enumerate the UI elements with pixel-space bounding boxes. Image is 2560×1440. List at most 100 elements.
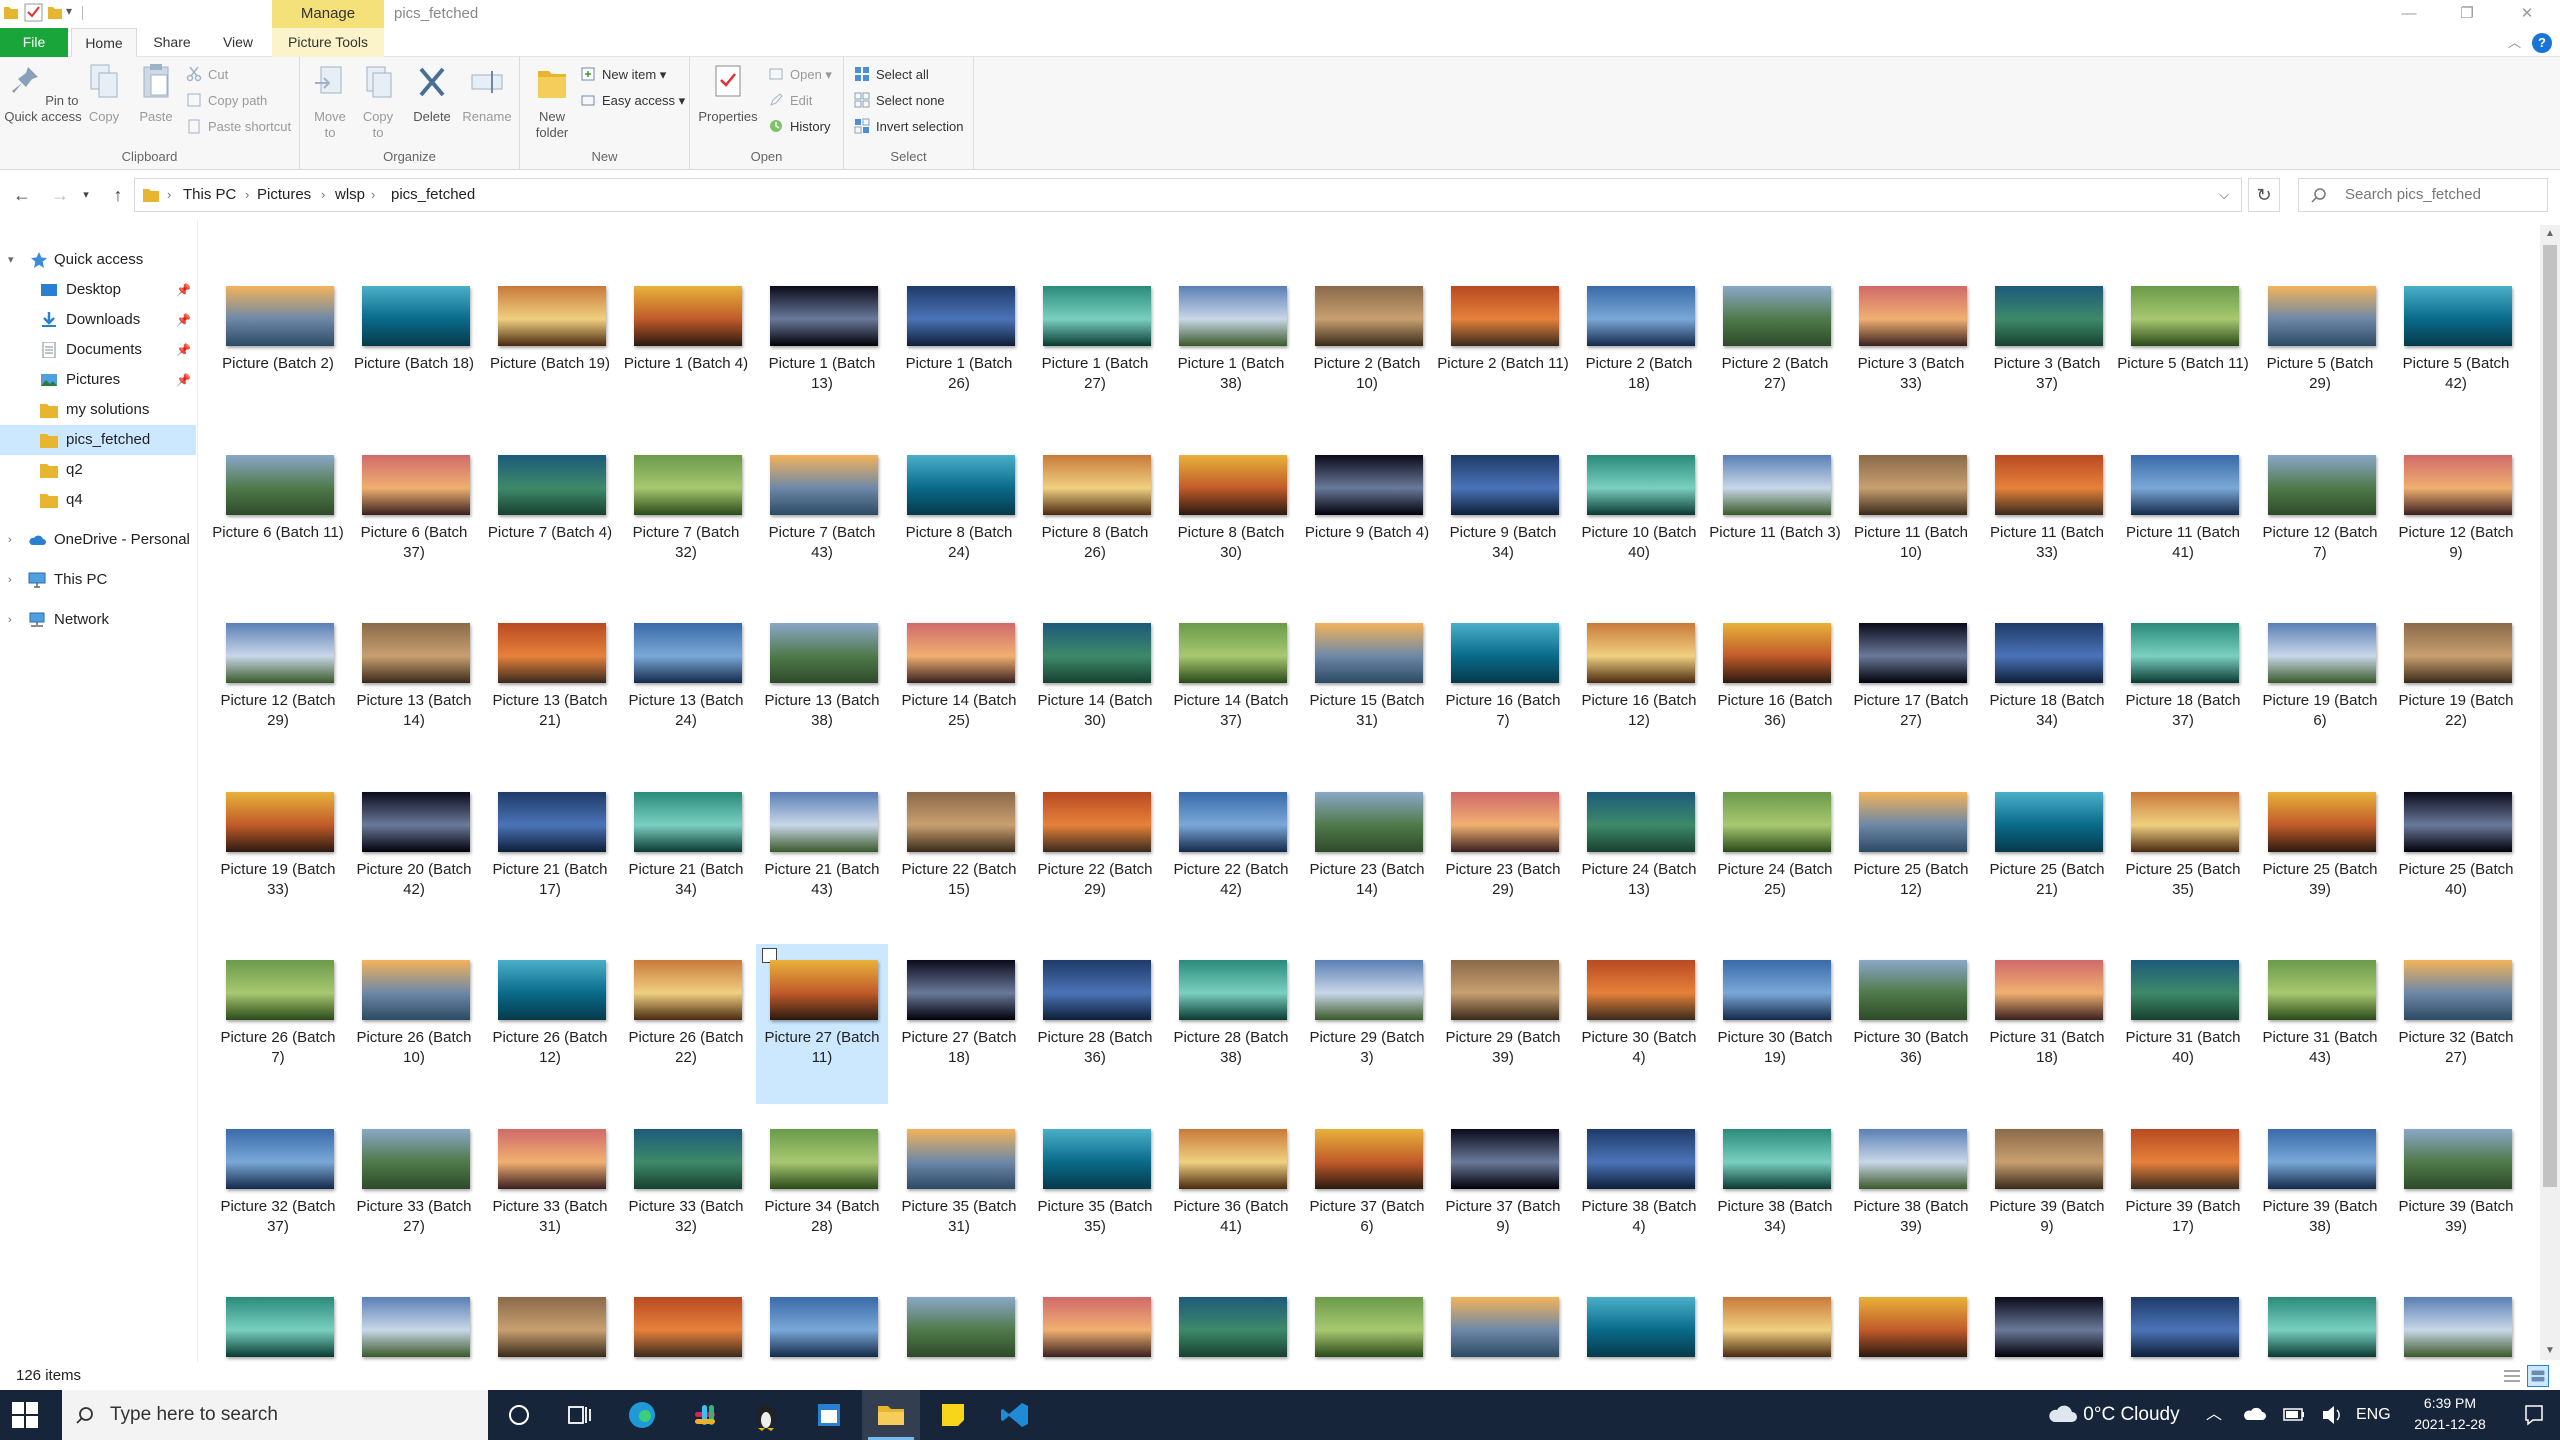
file-item[interactable]: Picture 3 (Batch 33) — [1845, 270, 1977, 430]
nav-onedrive[interactable]: › OneDrive - Personal — [0, 525, 196, 555]
file-item[interactable]: Picture 37 (Batch 9) — [1437, 1113, 1569, 1273]
quick-access-dropdown-icon[interactable]: ▾ — [66, 4, 72, 18]
file-item[interactable]: Picture 22 (Batch 15) — [893, 776, 1025, 936]
new-folder-quick-icon[interactable] — [48, 5, 62, 20]
file-item[interactable]: Picture 28 (Batch 36) — [1029, 944, 1161, 1104]
file-item[interactable]: Picture 13 (Batch 24) — [620, 607, 752, 767]
tab-picture-tools[interactable]: Picture Tools — [272, 28, 384, 57]
file-item[interactable]: Picture 21 (Batch 34) — [620, 776, 752, 936]
pin-to-quick-access-button[interactable]: Pin to Quick access — [4, 63, 82, 125]
file-item[interactable]: Picture 31 (Batch 18) — [1981, 944, 2113, 1104]
file-item[interactable]: Picture 7 (Batch 43) — [756, 439, 888, 599]
pin-icon[interactable]: 📌 — [176, 365, 191, 395]
file-item[interactable]: Picture 3 (Batch 37) — [1981, 270, 2113, 430]
expand-chevron-icon[interactable]: › — [8, 525, 12, 555]
file-item[interactable] — [1981, 1281, 2113, 1362]
history-button[interactable]: History — [768, 115, 830, 139]
file-item[interactable]: Picture 23 (Batch 14) — [1301, 776, 1433, 936]
file-item[interactable]: Picture 22 (Batch 42) — [1165, 776, 1297, 936]
file-item[interactable]: Picture 32 (Batch 27) — [2390, 944, 2522, 1104]
forward-button[interactable]: → — [46, 182, 74, 208]
file-item[interactable]: Picture 11 (Batch 10) — [1845, 439, 1977, 599]
file-item[interactable] — [1301, 1281, 1433, 1362]
file-item[interactable]: Picture 30 (Batch 19) — [1709, 944, 1841, 1104]
file-item[interactable]: Picture 2 (Batch 10) — [1301, 270, 1433, 430]
file-item[interactable] — [1845, 1281, 1977, 1362]
properties-quick-icon[interactable] — [24, 3, 43, 22]
scrollbar-thumb[interactable] — [2543, 245, 2557, 1187]
task-view-button[interactable] — [550, 1390, 608, 1440]
cut-button[interactable]: Cut — [186, 63, 228, 87]
new-item-button[interactable]: New item ▾ — [580, 63, 666, 87]
pin-icon[interactable]: 📌 — [176, 305, 191, 335]
file-item[interactable]: Picture 18 (Batch 37) — [2117, 607, 2249, 767]
move-to-button[interactable]: Move to — [308, 63, 352, 141]
weather-widget[interactable]: 0°C Cloudy — [2048, 1390, 2180, 1440]
file-item[interactable]: Picture 28 (Batch 38) — [1165, 944, 1297, 1104]
file-item[interactable]: Picture (Batch 18) — [348, 270, 480, 430]
file-item[interactable] — [2390, 1281, 2522, 1362]
taskbar-clock[interactable]: 6:39 PM 2021-12-28 — [2402, 1393, 2498, 1435]
file-item[interactable]: Picture 7 (Batch 4) — [484, 439, 616, 599]
file-item[interactable]: Picture 29 (Batch 3) — [1301, 944, 1433, 1104]
file-item[interactable]: Picture 33 (Batch 32) — [620, 1113, 752, 1273]
search-input[interactable]: Search pics_fetched — [2298, 178, 2548, 212]
close-button[interactable]: ✕ — [2504, 0, 2550, 28]
file-item[interactable]: Picture 1 (Batch 4) — [620, 270, 752, 430]
file-item[interactable]: Picture 5 (Batch 11) — [2117, 270, 2249, 430]
file-item[interactable]: Picture 24 (Batch 25) — [1709, 776, 1841, 936]
file-item[interactable]: Picture 19 (Batch 22) — [2390, 607, 2522, 767]
select-all-button[interactable]: Select all — [854, 63, 929, 87]
back-button[interactable]: ← — [8, 182, 36, 208]
file-item[interactable]: Picture 2 (Batch 18) — [1573, 270, 1705, 430]
cortana-button[interactable] — [490, 1390, 548, 1440]
input-language[interactable]: ENG — [2356, 1390, 2391, 1440]
breadcrumb-pics-fetched[interactable]: pics_fetched — [391, 179, 475, 211]
vertical-scrollbar[interactable]: ▲ ▼ — [2540, 225, 2560, 1360]
recent-locations-dropdown[interactable]: ▾ — [78, 182, 94, 208]
restore-button[interactable]: ❐ — [2444, 0, 2490, 28]
file-item[interactable]: Picture 12 (Batch 29) — [212, 607, 344, 767]
file-item[interactable]: Picture 31 (Batch 40) — [2117, 944, 2249, 1104]
file-item[interactable]: Picture 21 (Batch 43) — [756, 776, 888, 936]
taskbar-file-explorer[interactable] — [862, 1390, 920, 1440]
file-item[interactable] — [348, 1281, 480, 1362]
nav-pics-fetched[interactable]: pics_fetched — [0, 425, 196, 455]
file-item[interactable]: Picture 20 (Batch 42) — [348, 776, 480, 936]
file-item[interactable]: Picture 30 (Batch 36) — [1845, 944, 1977, 1104]
file-item[interactable] — [1573, 1281, 1705, 1362]
file-item[interactable]: Picture 8 (Batch 26) — [1029, 439, 1161, 599]
tab-view[interactable]: View — [210, 28, 266, 57]
breadcrumb-wlsp[interactable]: wlsp — [335, 179, 365, 211]
breadcrumb-pictures[interactable]: Pictures — [257, 179, 311, 211]
file-item[interactable]: Picture 38 (Batch 34) — [1709, 1113, 1841, 1273]
file-item[interactable]: Picture 14 (Batch 37) — [1165, 607, 1297, 767]
delete-button[interactable]: Delete — [410, 63, 454, 125]
file-item[interactable]: Picture 39 (Batch 17) — [2117, 1113, 2249, 1273]
file-item[interactable]: Picture 39 (Batch 9) — [1981, 1113, 2113, 1273]
file-item[interactable]: Picture 36 (Batch 41) — [1165, 1113, 1297, 1273]
tab-file[interactable]: File — [0, 28, 68, 57]
copy-button[interactable]: Copy — [86, 63, 122, 125]
paste-button[interactable]: Paste — [134, 63, 178, 125]
edit-button[interactable]: Edit — [768, 89, 812, 113]
nav-desktop[interactable]: Desktop 📌 — [0, 275, 196, 305]
file-item[interactable]: Picture 8 (Batch 24) — [893, 439, 1025, 599]
windows-start-icon[interactable] — [12, 1402, 38, 1428]
tab-home[interactable]: Home — [71, 28, 137, 57]
file-item[interactable]: Picture 27 (Batch 11) — [756, 944, 888, 1104]
refresh-button[interactable]: ↻ — [2248, 178, 2280, 212]
nav-q2[interactable]: q2 — [0, 455, 196, 485]
file-item[interactable] — [2254, 1281, 2386, 1362]
scroll-up-arrow[interactable]: ▲ — [2540, 225, 2560, 243]
paste-shortcut-button[interactable]: Paste shortcut — [186, 115, 291, 139]
nav-network[interactable]: › Network — [0, 605, 196, 635]
file-item[interactable]: Picture 19 (Batch 6) — [2254, 607, 2386, 767]
file-item[interactable] — [1437, 1281, 1569, 1362]
file-item[interactable]: Picture 26 (Batch 22) — [620, 944, 752, 1104]
volume-tray-icon[interactable] — [2320, 1390, 2344, 1440]
file-item[interactable]: Picture (Batch 2) — [212, 270, 344, 430]
rename-button[interactable]: Rename — [460, 63, 514, 125]
file-item[interactable] — [1029, 1281, 1161, 1362]
file-item[interactable]: Picture 25 (Batch 40) — [2390, 776, 2522, 936]
